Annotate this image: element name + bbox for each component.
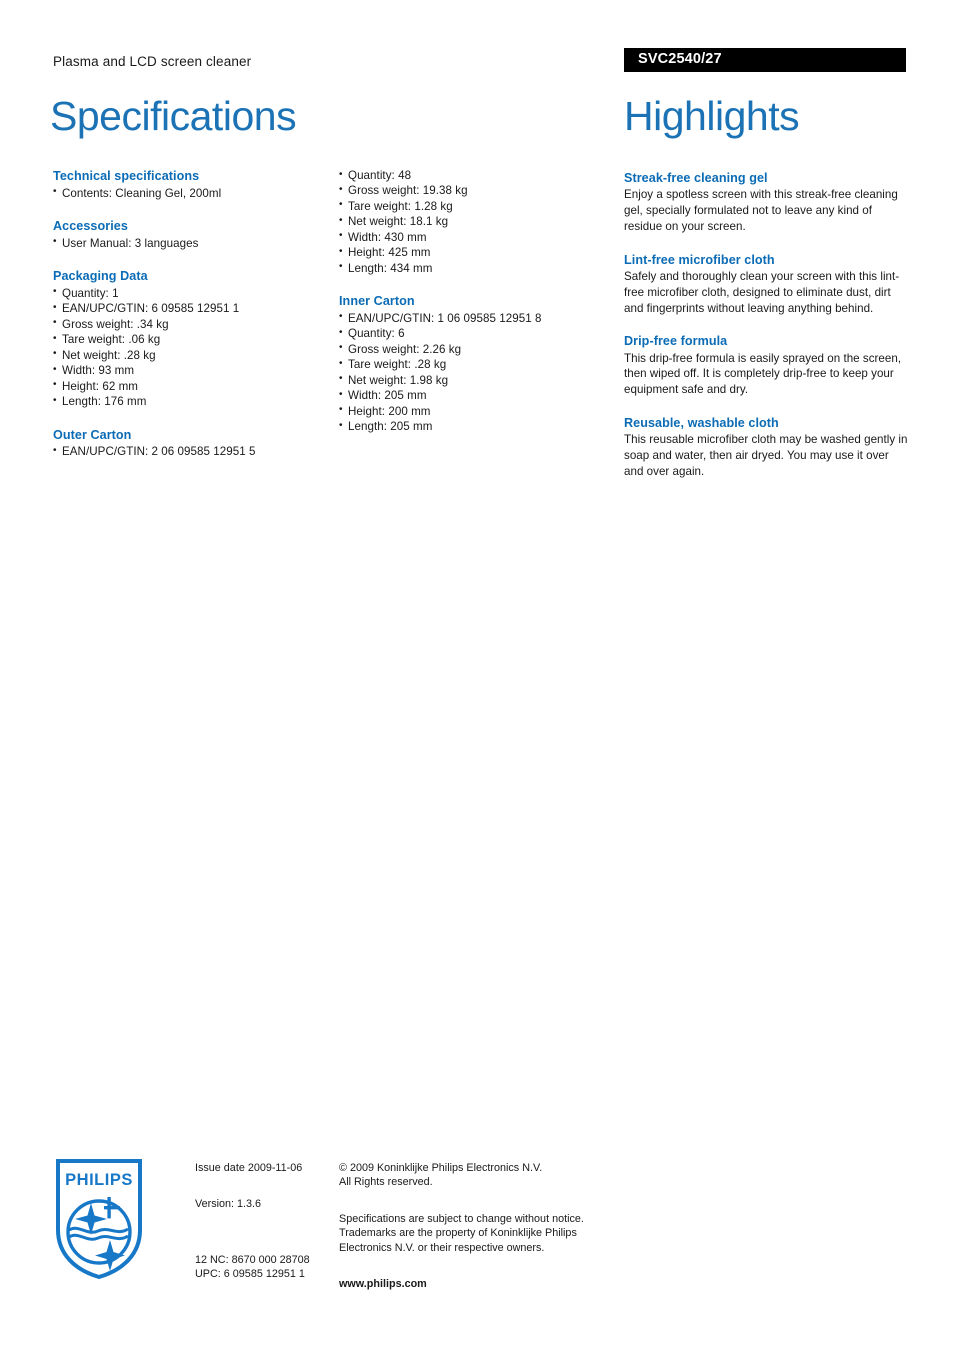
highlight-heading: Lint-free microfiber cloth [624,252,775,267]
copyright-block: © 2009 Koninklijke Philips Electronics N… [339,1161,609,1190]
website-link[interactable]: www.philips.com [339,1277,609,1291]
twelve-nc-code: 12 NC: 8670 000 28708 [195,1253,310,1266]
spec-item: User Manual: 3 languages [53,235,325,251]
svg-text:PHILIPS: PHILIPS [65,1171,133,1189]
spec-item: Height: 425 mm [339,245,611,260]
spec-item: Length: 176 mm [53,394,325,409]
spec-item: Quantity: 48 [339,167,611,183]
spec-group: Outer Carton EAN/UPC/GTIN: 2 06 09585 12… [53,427,325,460]
spec-item: Tare weight: 1.28 kg [339,198,611,214]
spec-item: Gross weight: .34 kg [53,316,325,332]
footer-legal-column: © 2009 Koninklijke Philips Electronics N… [339,1161,609,1292]
specifications-column-1: Technical specifications Contents: Clean… [53,168,325,460]
spec-item-list: User Manual: 3 languages [53,235,325,251]
spec-item: Quantity: 6 [339,326,611,341]
spec-item: Net weight: 18.1 kg [339,214,611,229]
copyright-line-1: © 2009 Koninklijke Philips Electronics N… [339,1162,543,1174]
spec-group: Packaging Data Quantity: 1 EAN/UPC/GTIN:… [53,268,325,409]
footer-meta-column: Issue date 2009-11-06 Version: 1.3.6 12 … [195,1161,335,1282]
spec-item-list: EAN/UPC/GTIN: 1 06 09585 12951 8 Quantit… [339,310,611,435]
spec-item: EAN/UPC/GTIN: 2 06 09585 12951 5 [53,444,325,459]
page-title-highlights: Highlights [624,93,800,139]
highlight-item: Drip-free formula This drip-free formula… [624,333,910,398]
spec-item-list: Contents: Cleaning Gel, 200ml [53,185,325,201]
issue-date: Issue date 2009-11-06 [195,1162,303,1174]
model-number-bar: SVC2540/27 [624,48,906,72]
spec-group: Technical specifications Contents: Clean… [53,168,325,201]
spec-item: Net weight: .28 kg [53,347,325,363]
spec-item: Net weight: 1.98 kg [339,372,611,388]
specifications-column-2: Quantity: 48 Gross weight: 19.38 kg Tare… [339,167,611,435]
footer-spacer [195,1234,335,1253]
website-block: www.philips.com [339,1277,609,1291]
spec-group-heading: Technical specifications [53,169,200,183]
spec-group: Accessories User Manual: 3 languages [53,218,325,251]
spec-item: Tare weight: .06 kg [53,332,325,347]
highlight-body: Safely and thoroughly clean your screen … [624,270,900,315]
highlight-heading: Reusable, washable cloth [624,415,779,430]
spec-item: Height: 62 mm [53,378,325,394]
spec-item: Length: 205 mm [339,419,611,434]
philips-shield-logo: PHILIPS [55,1158,143,1280]
issue-date-block: Issue date 2009-11-06 [195,1161,335,1175]
version-block: Version: 1.3.6 [195,1197,335,1211]
spec-item: EAN/UPC/GTIN: 6 09585 12951 1 [53,301,325,316]
highlight-body: This drip-free formula is easily sprayed… [624,351,902,397]
spec-group-heading: Inner Carton [339,294,415,309]
highlights-column: Streak-free cleaning gel Enjoy a spotles… [624,170,910,480]
spec-group: Inner Carton EAN/UPC/GTIN: 1 06 09585 12… [339,293,611,434]
spec-item: Tare weight: .28 kg [339,357,611,372]
spec-item: Gross weight: 2.26 kg [339,341,611,357]
highlight-item: Reusable, washable cloth This reusable m… [624,415,910,480]
product-subtitle: Plasma and LCD screen cleaner [53,54,252,69]
spec-group-heading: Outer Carton [53,427,132,442]
highlight-item: Streak-free cleaning gel Enjoy a spotles… [624,170,910,235]
highlight-heading: Drip-free formula [624,334,728,349]
spec-group-continuation: Quantity: 48 Gross weight: 19.38 kg Tare… [339,167,611,276]
spec-item: Height: 200 mm [339,403,611,419]
spec-item: Width: 205 mm [339,388,611,403]
spec-item-list: Quantity: 48 Gross weight: 19.38 kg Tare… [339,167,611,276]
spec-item-list: Quantity: 1 EAN/UPC/GTIN: 6 09585 12951 … [53,285,325,410]
spec-item: Gross weight: 19.38 kg [339,183,611,198]
philips-logo-icon: PHILIPS [56,1159,142,1280]
spec-item: Quantity: 1 [53,285,325,301]
highlight-body: Enjoy a spotless screen with this streak… [624,188,898,233]
page-title-specifications: Specifications [50,93,297,139]
highlight-body: This reusable microfiber cloth may be wa… [624,433,908,478]
version: Version: 1.3.6 [195,1198,262,1211]
spec-group-heading: Accessories [53,219,128,234]
spec-item: Length: 434 mm [339,260,611,276]
spec-item: Width: 430 mm [339,229,611,245]
spec-group-heading: Packaging Data [53,269,148,284]
highlight-item: Lint-free microfiber cloth Safely and th… [624,252,910,317]
disclaimer-block: Specifications are subject to change wit… [339,1212,609,1255]
model-number-text: SVC2540/27 [638,51,722,67]
highlight-heading: Streak-free cleaning gel [624,171,768,185]
spec-item: Contents: Cleaning Gel, 200ml [53,185,325,201]
copyright-line-2: All Rights reserved. [339,1176,433,1189]
spec-item: Width: 93 mm [53,363,325,378]
spec-item-list: EAN/UPC/GTIN: 2 06 09585 12951 5 [53,444,325,459]
upc-code: UPC: 6 09585 12951 1 [195,1268,305,1281]
spec-item: EAN/UPC/GTIN: 1 06 09585 12951 8 [339,310,611,326]
disclaimer-text: Specifications are subject to change wit… [339,1212,584,1254]
codes-block: 12 NC: 8670 000 28708 UPC: 6 09585 12951… [195,1253,335,1282]
